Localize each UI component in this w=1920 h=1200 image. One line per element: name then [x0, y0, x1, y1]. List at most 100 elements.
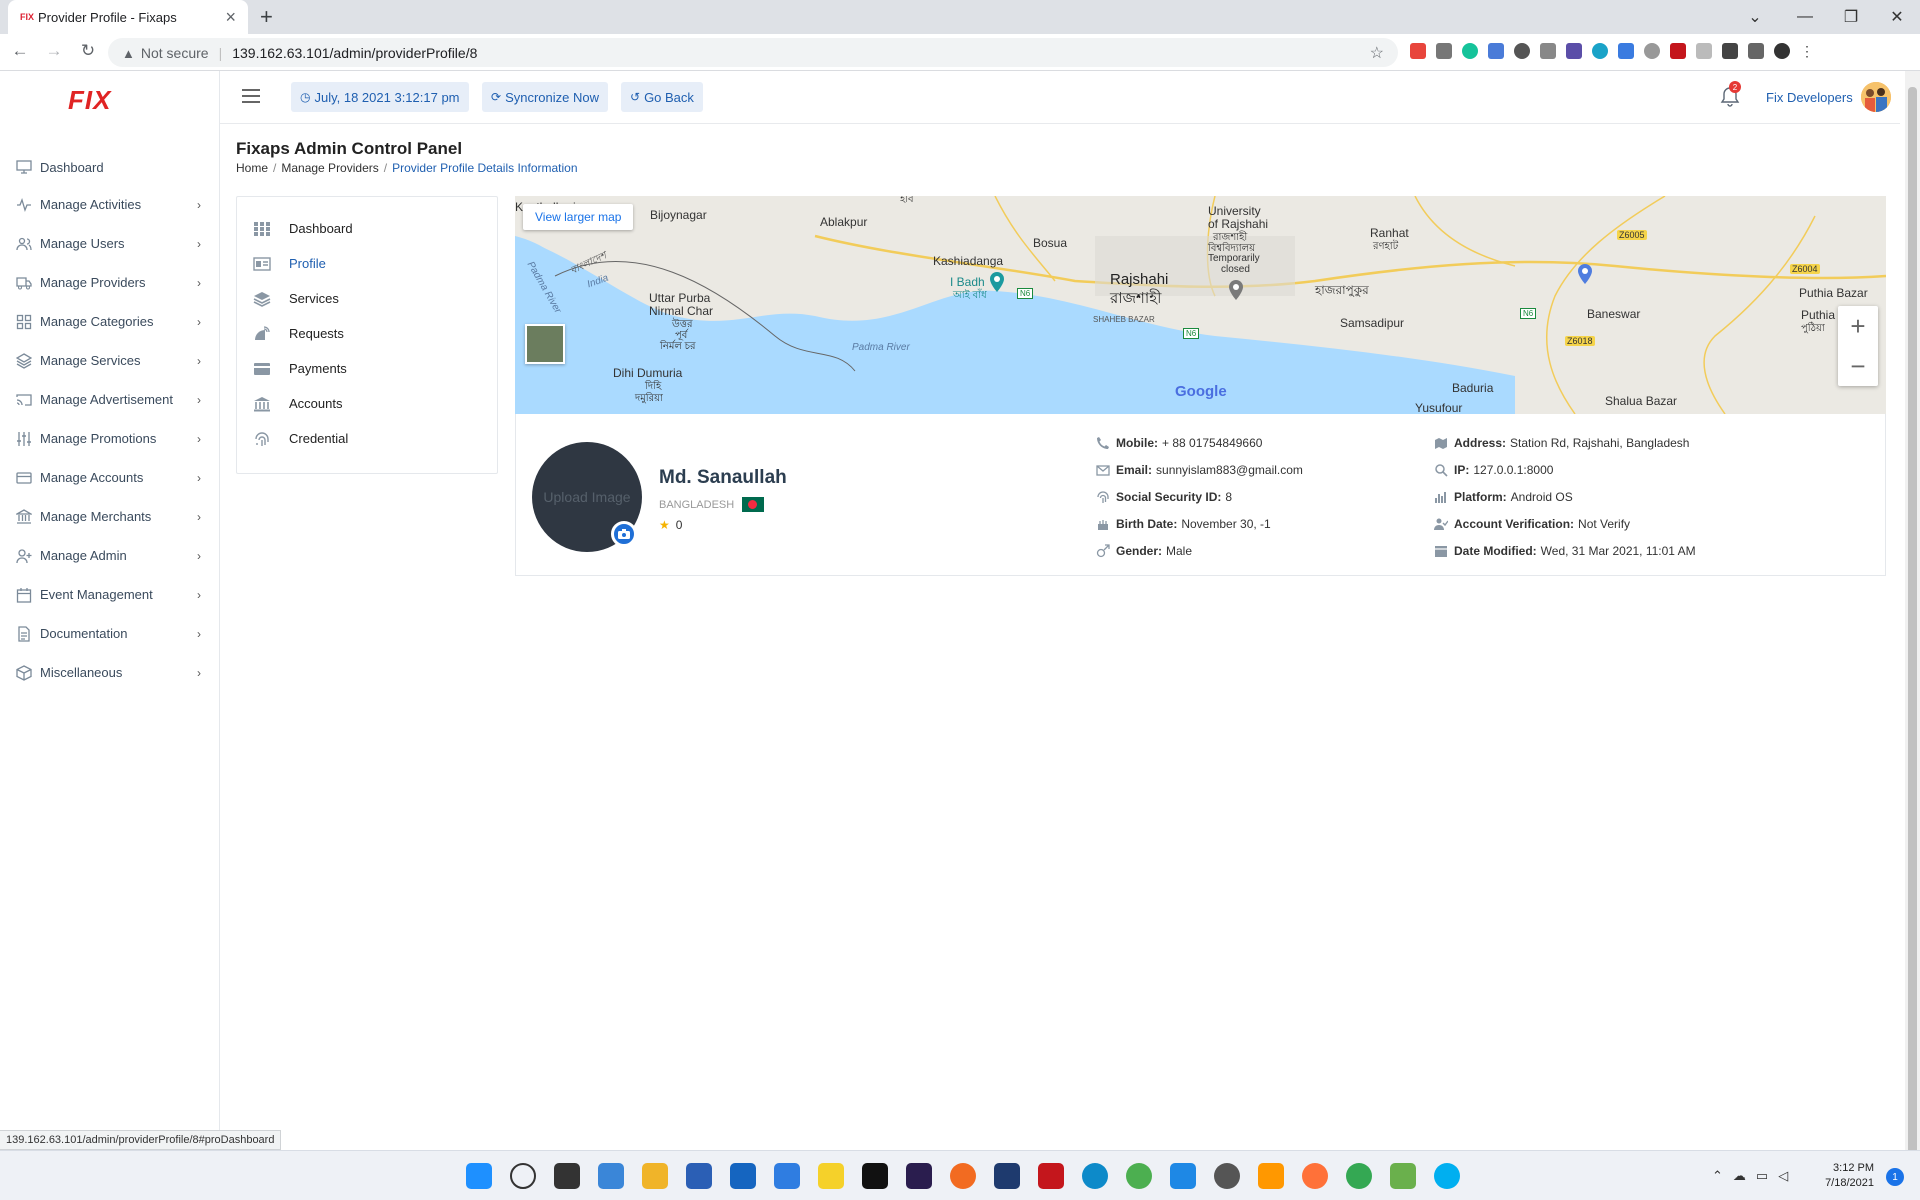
- location-map[interactable]: Kanthalbari Bijoynagar Ablakpur Bosua ইব…: [515, 196, 1886, 414]
- search-icon[interactable]: [510, 1163, 536, 1189]
- sidebar-item-manage-services[interactable]: Manage Services ›: [0, 341, 219, 380]
- taskbar-clock[interactable]: 3:12 PM 7/18/2021: [1818, 1161, 1874, 1191]
- sidebar-item-miscellaneous[interactable]: Miscellaneous ›: [0, 653, 219, 692]
- extension-icon[interactable]: [1436, 43, 1452, 59]
- camera-icon[interactable]: [611, 521, 637, 547]
- sidebar-item-manage-merchants[interactable]: Manage Merchants ›: [0, 497, 219, 536]
- notepad-icon[interactable]: [1390, 1163, 1416, 1189]
- sidebar-item-manage-advertisement[interactable]: Manage Advertisement ›: [0, 380, 219, 419]
- sidebar-item-manage-accounts[interactable]: Manage Accounts ›: [0, 458, 219, 497]
- sidebar-item-manage-activities[interactable]: Manage Activities ›: [0, 185, 219, 224]
- breadcrumb-home[interactable]: Home: [236, 161, 268, 175]
- extension-icon[interactable]: [1540, 43, 1556, 59]
- acrobat-icon[interactable]: [1038, 1163, 1064, 1189]
- forward-icon[interactable]: →: [42, 41, 66, 61]
- chrome-icon[interactable]: [1126, 1163, 1152, 1189]
- satellite-toggle[interactable]: [525, 324, 565, 364]
- sidebar-item-manage-categories[interactable]: Manage Categories ›: [0, 302, 219, 341]
- reload-icon[interactable]: ↻: [76, 41, 100, 61]
- heidisql-icon[interactable]: [1214, 1163, 1240, 1189]
- breadcrumb-manage-providers[interactable]: Manage Providers: [281, 161, 378, 175]
- potplayer-icon[interactable]: [818, 1163, 844, 1189]
- map-pin-icon[interactable]: [1577, 264, 1593, 284]
- browser-menu-icon[interactable]: ⋮: [1800, 43, 1816, 59]
- tab-close-icon[interactable]: ×: [225, 7, 236, 28]
- sublime-text-icon[interactable]: [1258, 1163, 1284, 1189]
- skype-icon[interactable]: [1434, 1163, 1460, 1189]
- omnibox[interactable]: ▲ Not secure | 139.162.63.101/admin/provi…: [108, 38, 1398, 67]
- maximize-button[interactable]: ❐: [1828, 0, 1874, 34]
- sidebar-item-manage-providers[interactable]: Manage Providers ›: [0, 263, 219, 302]
- notification-center-badge[interactable]: 1: [1886, 1168, 1904, 1186]
- volume-icon[interactable]: ◁: [1778, 1168, 1788, 1184]
- security-indicator[interactable]: ▲ Not secure: [122, 45, 209, 61]
- mysql-workbench-icon[interactable]: [994, 1163, 1020, 1189]
- profile-tab-services[interactable]: Services: [237, 281, 497, 316]
- sidebar-item-manage-admin[interactable]: Manage Admin ›: [0, 536, 219, 575]
- profile-tab-payments[interactable]: Payments: [237, 351, 497, 386]
- profile-tab-accounts[interactable]: Accounts: [237, 386, 497, 421]
- profile-tab-dashboard[interactable]: Dashboard: [237, 211, 497, 246]
- widgets-icon[interactable]: [598, 1163, 624, 1189]
- extension-icon[interactable]: [1644, 43, 1660, 59]
- windows-start-icon[interactable]: [466, 1163, 492, 1189]
- user-name[interactable]: Fix Developers: [1766, 90, 1853, 105]
- extension-icon[interactable]: [1618, 43, 1634, 59]
- tray-overflow-icon[interactable]: ⌃: [1712, 1168, 1723, 1184]
- datetime-button[interactable]: ◷ July, 18 2021 3:12:17 pm: [291, 82, 469, 112]
- profile-tab-requests[interactable]: Requests: [237, 316, 497, 351]
- user-avatar[interactable]: [1861, 82, 1891, 112]
- firefox-icon[interactable]: [1302, 1163, 1328, 1189]
- sidebar-item-manage-promotions[interactable]: Manage Promotions ›: [0, 419, 219, 458]
- sidebar-item-manage-users[interactable]: Manage Users ›: [0, 224, 219, 263]
- extension-icon[interactable]: [1670, 43, 1686, 59]
- zoom-out-button[interactable]: −: [1838, 346, 1878, 386]
- extension-icon[interactable]: [1410, 43, 1426, 59]
- sidebar-item-event-management[interactable]: Event Management ›: [0, 575, 219, 614]
- profile-tab-credential[interactable]: Credential: [237, 421, 497, 456]
- minimize-button[interactable]: —: [1782, 0, 1828, 34]
- extension-icon[interactable]: [1722, 43, 1738, 59]
- network-icon[interactable]: ▭: [1756, 1168, 1768, 1184]
- task-view-icon[interactable]: [554, 1163, 580, 1189]
- file-explorer-icon[interactable]: [642, 1163, 668, 1189]
- back-icon[interactable]: ←: [8, 41, 32, 61]
- postman-icon[interactable]: [950, 1163, 976, 1189]
- page-scrollbar[interactable]: [1905, 71, 1920, 1157]
- chrome-active-icon[interactable]: [1346, 1163, 1372, 1189]
- puzzle-icon[interactable]: [1748, 43, 1764, 59]
- sidebar-item-documentation[interactable]: Documentation ›: [0, 614, 219, 653]
- new-tab-button[interactable]: +: [260, 4, 273, 30]
- map-pin-icon[interactable]: [989, 272, 1005, 292]
- todo-icon[interactable]: [774, 1163, 800, 1189]
- sidebar-item-dashboard[interactable]: Dashboard: [0, 149, 219, 185]
- store-icon[interactable]: [686, 1163, 712, 1189]
- extension-icon[interactable]: [1592, 43, 1608, 59]
- bookmark-star-icon[interactable]: ☆: [1370, 43, 1384, 63]
- vscode-icon[interactable]: [1170, 1163, 1196, 1189]
- onedrive-icon[interactable]: ☁: [1733, 1168, 1746, 1184]
- go-back-button[interactable]: ↺ Go Back: [621, 82, 703, 112]
- hamburger-menu-icon[interactable]: [242, 89, 260, 107]
- profile-avatar-icon[interactable]: [1774, 43, 1790, 59]
- pycharm-icon[interactable]: [862, 1163, 888, 1189]
- grid-icon: [254, 221, 270, 236]
- extension-icon[interactable]: [1514, 43, 1530, 59]
- synchronize-button[interactable]: ⟳ Syncronize Now: [482, 82, 608, 112]
- tab-search-icon[interactable]: ⌄: [1742, 0, 1768, 34]
- extension-icon[interactable]: [1696, 43, 1712, 59]
- extension-icon[interactable]: [1566, 43, 1582, 59]
- extension-icon[interactable]: [1462, 43, 1478, 59]
- profile-tab-profile[interactable]: Profile: [237, 246, 497, 281]
- app-logo[interactable]: FIX: [68, 85, 111, 116]
- phpstorm-icon[interactable]: [906, 1163, 932, 1189]
- edge-icon[interactable]: [1082, 1163, 1108, 1189]
- view-larger-map-link[interactable]: View larger map: [523, 204, 634, 230]
- extension-icon[interactable]: [1488, 43, 1504, 59]
- zoom-in-button[interactable]: +: [1838, 306, 1878, 346]
- url-text[interactable]: 139.162.63.101/admin/providerProfile/8: [232, 45, 477, 61]
- mail-icon[interactable]: [730, 1163, 756, 1189]
- browser-tab[interactable]: FIX Provider Profile - Fixaps ×: [8, 0, 248, 34]
- close-window-button[interactable]: ✕: [1874, 0, 1920, 34]
- map-pin-icon[interactable]: [1228, 280, 1244, 300]
